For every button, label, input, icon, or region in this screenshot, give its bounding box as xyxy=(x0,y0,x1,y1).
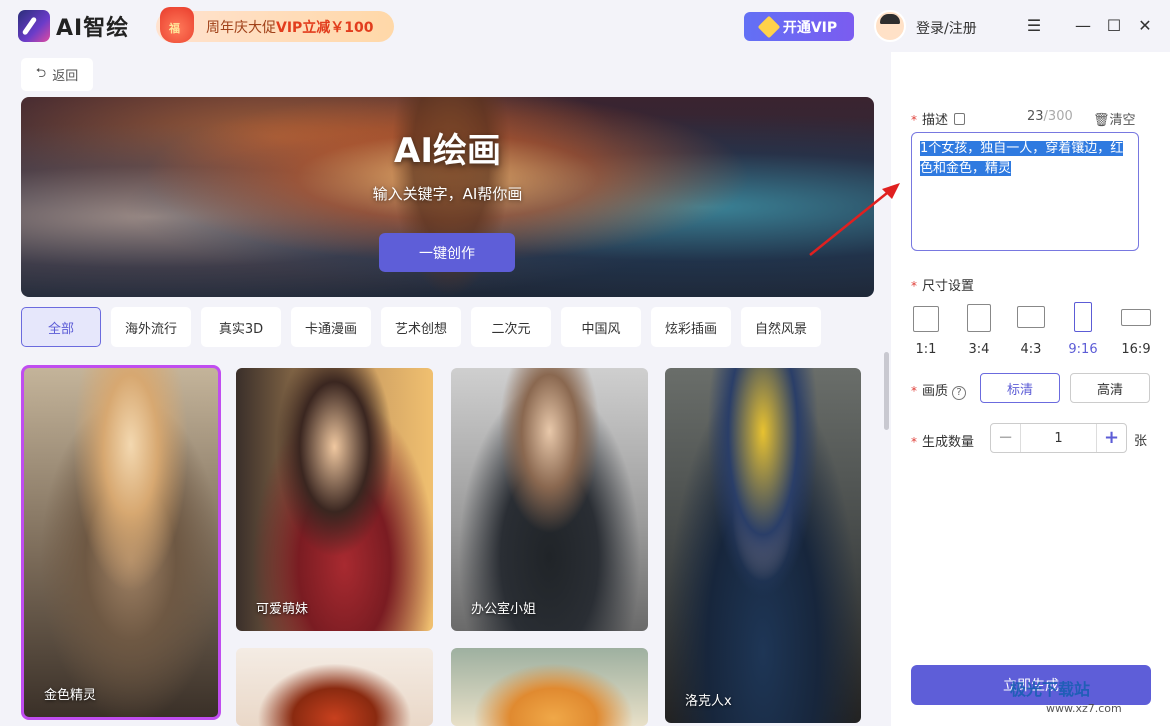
count-label: * 生成数量 xyxy=(911,435,975,450)
selected-description-text: 1个女孩，独自一人，穿着镶边，红色和金色，精灵 xyxy=(920,141,1124,176)
tab-overseas[interactable]: 海外流行 xyxy=(111,307,191,347)
style-card-fox-girl[interactable] xyxy=(236,648,433,726)
gift-bag-text: 福 xyxy=(169,22,180,35)
clear-button[interactable]: 🗑清空 xyxy=(1093,109,1136,128)
copy-icon[interactable] xyxy=(954,113,966,125)
promo-prefix: 周年庆大促 xyxy=(206,19,276,36)
gallery-scrollbar[interactable] xyxy=(884,352,889,430)
close-icon[interactable]: ✕ xyxy=(1135,16,1155,36)
tab-nature[interactable]: 自然风景 xyxy=(741,307,821,347)
hero-subtitle: 输入关键字，AI帮你画 xyxy=(372,185,523,203)
card-caption: 可爱萌妹 xyxy=(256,602,309,617)
tab-chinese-style[interactable]: 中国风 xyxy=(561,307,641,347)
card-caption: 办公室小姐 xyxy=(471,602,537,617)
arrow-annotation-icon xyxy=(809,183,900,256)
title-bar: AI智绘 福 周年庆大促 VIP立减￥100 开通VIP 登录/注册 ☰ — ☐ … xyxy=(0,0,1170,52)
hero-title: AI绘画 xyxy=(394,131,501,171)
tab-colorful-illustration[interactable]: 炫彩插画 xyxy=(651,307,731,347)
description-label: * 描述 xyxy=(911,109,966,128)
description-textarea[interactable]: 1个女孩，独自一人，穿着镶边，红色和金色，精灵 xyxy=(911,132,1139,251)
back-arrow-icon: ⮌ xyxy=(35,65,47,81)
back-label: 返回 xyxy=(52,69,79,84)
open-vip-label: 开通VIP xyxy=(782,19,838,36)
style-card-cartoon-girl[interactable] xyxy=(451,648,648,726)
style-card-office-lady[interactable]: 办公室小姐 xyxy=(451,368,648,631)
open-vip-button[interactable]: 开通VIP xyxy=(744,12,854,41)
size-option-9-16[interactable]: 9:16 xyxy=(1068,302,1098,357)
style-gallery: 金色精灵 可爱萌妹 办公室小姐 洛克人x xyxy=(21,360,874,726)
diamond-icon xyxy=(757,15,781,38)
style-card-golden-elf[interactable]: 金色精灵 xyxy=(21,365,221,720)
category-tabs: 全部 海外流行 真实3D 卡通漫画 艺术创想 二次元 中国风 炫彩插画 自然风景 xyxy=(21,307,821,347)
avatar-icon[interactable] xyxy=(874,10,906,42)
one-click-create-button[interactable]: 一键创作 xyxy=(379,233,515,272)
back-button[interactable]: ⮌ 返回 xyxy=(21,58,93,91)
size-option-3-4[interactable]: 3:4 xyxy=(967,304,991,357)
tab-realistic-3d[interactable]: 真实3D xyxy=(201,307,281,347)
tab-all[interactable]: 全部 xyxy=(21,307,101,347)
size-label: * 尺寸设置 xyxy=(911,279,975,294)
gift-bag-icon: 福 xyxy=(160,7,194,43)
login-register-link[interactable]: 登录/注册 xyxy=(916,18,977,38)
size-option-4-3[interactable]: 4:3 xyxy=(1017,306,1045,357)
card-caption: 洛克人x xyxy=(685,694,732,709)
promo-highlight: VIP立减￥100 xyxy=(276,19,374,36)
logo-icon xyxy=(18,10,50,42)
quality-label: * 画质? xyxy=(911,380,967,400)
size-options: 1:1 3:4 4:3 9:16 16:9 xyxy=(911,302,1156,358)
quantity-value[interactable]: 1 xyxy=(1021,431,1096,446)
app-name: AI智绘 xyxy=(56,16,130,41)
minimize-icon[interactable]: — xyxy=(1073,16,1093,36)
card-caption: 金色精灵 xyxy=(44,688,97,703)
quality-standard-button[interactable]: 标清 xyxy=(980,373,1060,403)
minus-icon[interactable]: − xyxy=(991,424,1021,452)
style-card-cute-girl[interactable]: 可爱萌妹 xyxy=(236,368,433,631)
quality-hd-button[interactable]: 高清 xyxy=(1070,373,1150,403)
tab-cartoon[interactable]: 卡通漫画 xyxy=(291,307,371,347)
watermark: 极光下载站 www.xz7.com xyxy=(1010,680,1122,715)
tab-art[interactable]: 艺术创想 xyxy=(381,307,461,347)
count-unit: 张 xyxy=(1134,434,1148,449)
char-counter: 23/300 xyxy=(1027,109,1073,124)
size-option-16-9[interactable]: 16:9 xyxy=(1121,309,1151,357)
menu-icon[interactable]: ☰ xyxy=(1024,16,1044,36)
style-card-rockman-x[interactable]: 洛克人x xyxy=(665,368,861,723)
help-icon[interactable]: ? xyxy=(952,386,967,400)
trash-icon: 🗑 xyxy=(1093,113,1110,128)
plus-icon[interactable]: + xyxy=(1096,424,1126,452)
promo-banner[interactable]: 福 周年庆大促 VIP立减￥100 xyxy=(156,7,394,43)
size-option-1-1[interactable]: 1:1 xyxy=(913,306,939,357)
hero-banner: AI绘画 输入关键字，AI帮你画 一键创作 xyxy=(21,97,874,297)
quantity-stepper: − 1 + xyxy=(990,423,1127,453)
tab-anime[interactable]: 二次元 xyxy=(471,307,551,347)
maximize-icon[interactable]: ☐ xyxy=(1104,16,1124,36)
app-logo: AI智绘 xyxy=(18,10,129,42)
